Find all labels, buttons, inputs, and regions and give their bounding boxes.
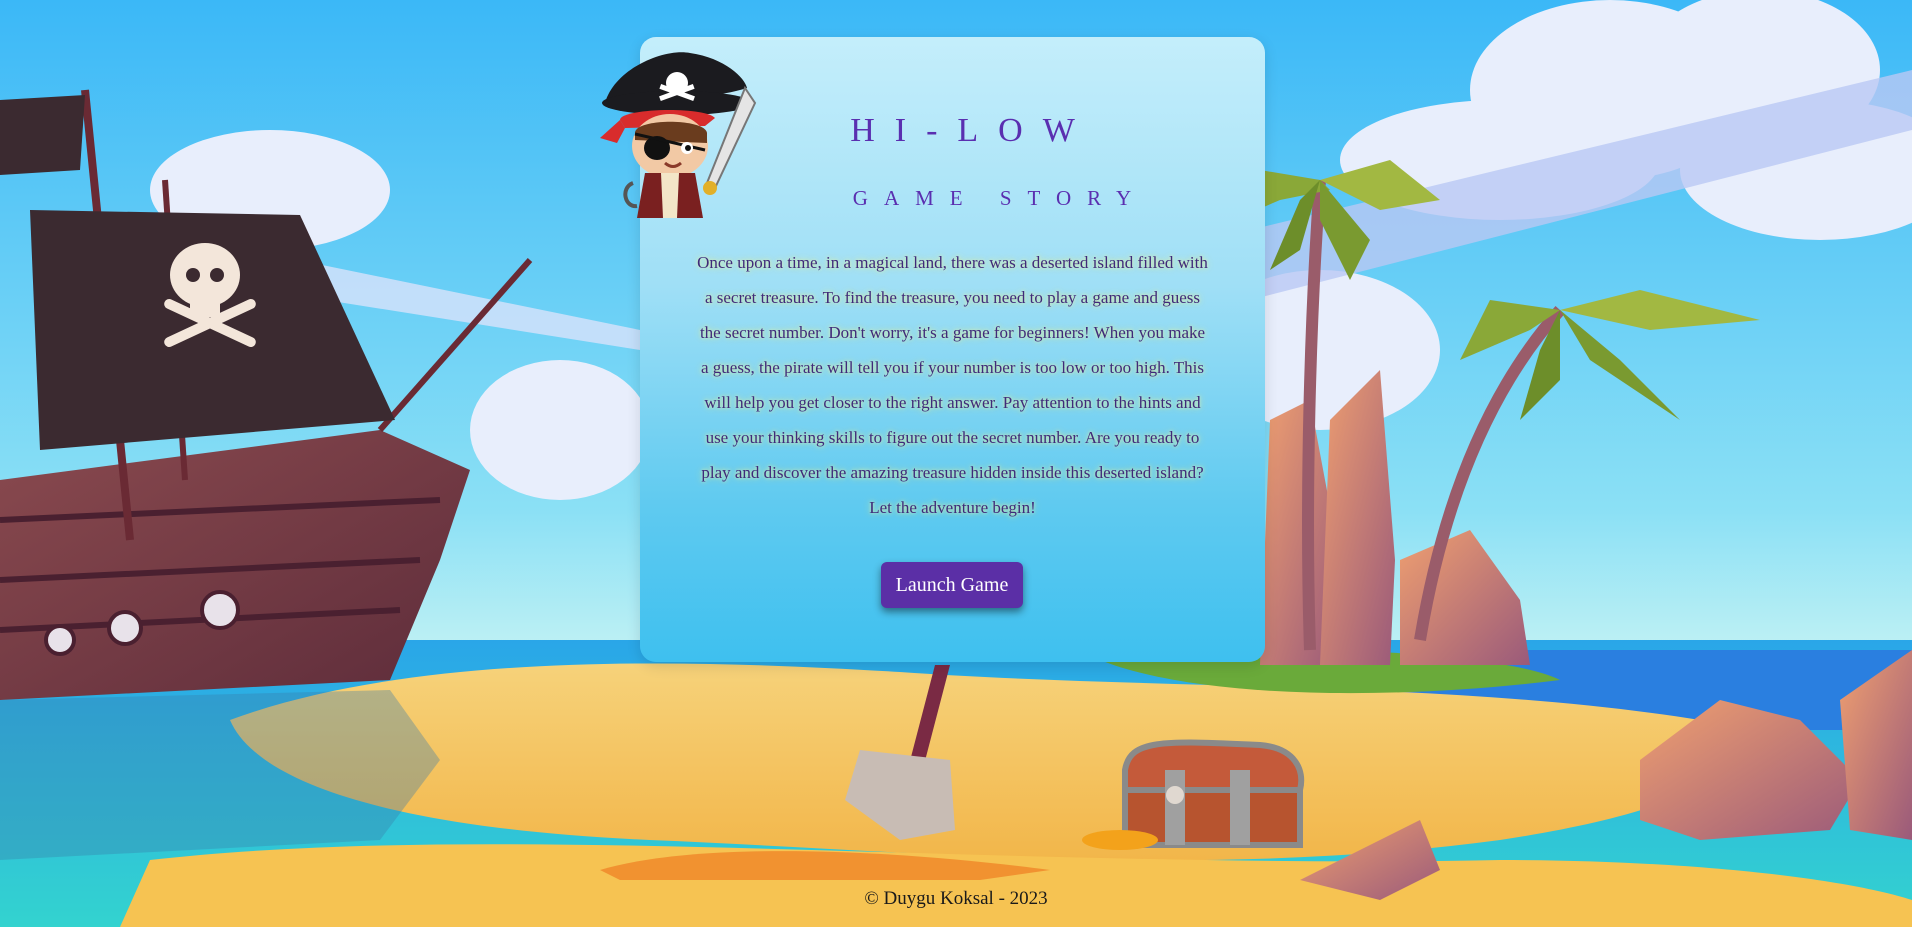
game-title: HI-LOW <box>850 112 1095 149</box>
story-text: Once upon a time, in a magical land, the… <box>697 253 1208 517</box>
game-subtitle: GAME STORY <box>852 186 1148 210</box>
footer-copyright: © Duygu Koksal - 2023 <box>864 888 1048 909</box>
launch-game-button[interactable]: Launch Game <box>881 562 1023 608</box>
